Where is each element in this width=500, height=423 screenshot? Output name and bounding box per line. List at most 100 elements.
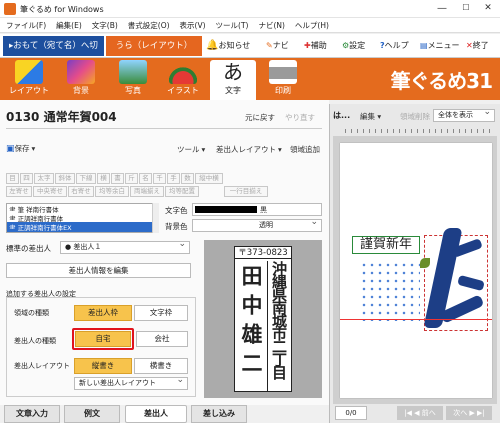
- align-right-button[interactable]: 右寄せ: [68, 186, 94, 197]
- ribbon-photo[interactable]: 写真: [110, 60, 156, 98]
- mode-row: ▸おもて（宛て名）へ切替 うら（レイアウト） 🔔お知らせ ✎ナビ ✚補助 ⚙設定…: [0, 34, 500, 71]
- justify-button[interactable]: 両端揃え: [130, 186, 164, 197]
- tab-sender[interactable]: 差出人: [125, 405, 187, 423]
- font-item-selected[interactable]: ⺻ 正調祥南行書体EX: [7, 222, 158, 232]
- edit-menu[interactable]: 編集 ▾: [360, 111, 381, 122]
- divider: [6, 128, 322, 129]
- main-menu-button[interactable]: ▤ メニュー: [420, 38, 460, 54]
- tab-merge[interactable]: 差し込み: [191, 405, 247, 423]
- redo-button[interactable]: やり直す: [285, 112, 315, 123]
- sender-type-home[interactable]: 自宅: [75, 331, 131, 347]
- default-sender-dropdown[interactable]: ● 差出人１: [60, 239, 190, 254]
- menu-bar: ファイル(F) 編集(E) 文字(B) 書式設定(O) 表示(V) ツール(T)…: [0, 18, 500, 33]
- format-row-2: 左寄せ 中央寄せ 右寄せ 均等余白 両端揃え 均等配置 一行目揃え: [6, 186, 268, 197]
- assist-button[interactable]: ✚ 補助: [304, 38, 327, 54]
- next-page-button[interactable]: 次へ ▶ ▶|: [446, 406, 492, 420]
- ruler: [345, 129, 495, 133]
- edit-sender-button[interactable]: 差出人情報を編集: [6, 263, 191, 278]
- navi-button[interactable]: ✎ ナビ: [266, 38, 289, 54]
- font-item[interactable]: ⺻ 正調祥南行書体: [7, 213, 158, 223]
- title-bar: 筆ぐるめ for Windows — ☐ ✕: [0, 0, 500, 18]
- delete-area-button[interactable]: 領域削除: [400, 111, 430, 122]
- help-button[interactable]: ? ヘルプ: [380, 38, 409, 54]
- first-line-align-button[interactable]: 一行目揃え: [224, 186, 268, 197]
- gear-icon: ⚙: [342, 41, 350, 50]
- exit-button[interactable]: ✕ 終了: [466, 38, 489, 54]
- ribbon-illust[interactable]: イラスト: [160, 60, 206, 98]
- tools-dropdown[interactable]: ツール ▾: [177, 144, 205, 155]
- news-button[interactable]: 🔔 お知らせ: [206, 38, 250, 54]
- new-layout-dropdown[interactable]: 新しい差出人レイアウト: [74, 375, 188, 390]
- zoom-dropdown[interactable]: 全体を表示: [433, 107, 495, 122]
- close-window-button[interactable]: ✕: [478, 3, 498, 13]
- format-btn-thousand[interactable]: 千: [153, 173, 166, 184]
- tab-example[interactable]: 例文: [64, 405, 120, 423]
- photo-icon: [119, 60, 147, 84]
- sender-layout-dropdown[interactable]: 差出人レイアウト ▾: [216, 144, 282, 155]
- background-icon: [67, 60, 95, 84]
- text-color-dropdown[interactable]: 黒: [192, 203, 322, 216]
- format-btn-bold[interactable]: 太字: [34, 173, 54, 184]
- layout-horizontal[interactable]: 横書き: [134, 358, 188, 374]
- settings-button[interactable]: ⚙ 設定: [342, 38, 365, 54]
- sender-type-company[interactable]: 会社: [136, 331, 188, 347]
- menu-format[interactable]: 書式設定(O): [128, 20, 170, 31]
- save-icon: ▣: [6, 143, 15, 154]
- switch-to-front-button[interactable]: ▸おもて（宛て名）へ切替: [3, 36, 104, 71]
- font-list-scrollbar[interactable]: [152, 203, 159, 233]
- prev-page-button[interactable]: |◀ ◀ 前へ: [397, 406, 443, 420]
- nengajo-card[interactable]: 謹賀新年: [340, 143, 492, 398]
- format-btn-name[interactable]: 名: [139, 173, 152, 184]
- format-btn-horizontal[interactable]: 横: [97, 173, 110, 184]
- tab-text-input[interactable]: 文章入力: [4, 405, 60, 423]
- menu-navi[interactable]: ナビ(N): [258, 20, 284, 31]
- format-btn-tatechuyoko[interactable]: 縦中横: [195, 173, 223, 184]
- puzzle-icon: ✚: [304, 41, 311, 50]
- distribute-button[interactable]: 均等配置: [165, 186, 199, 197]
- format-btn-write[interactable]: 書: [111, 173, 124, 184]
- format-btn-hand[interactable]: 手: [167, 173, 180, 184]
- add-area-button[interactable]: 領域追加: [290, 144, 320, 155]
- format-btn-four[interactable]: 四: [20, 173, 33, 184]
- menu-edit[interactable]: 編集(E): [56, 20, 82, 31]
- font-list[interactable]: ⺻ 筆 祥南行書体 ⺻ 正調祥南行書体 ⺻ 正調祥南行書体EX: [6, 203, 159, 233]
- color-swatch: [195, 206, 257, 213]
- format-btn-number[interactable]: 数: [181, 173, 194, 184]
- menu-tools[interactable]: ツール(T): [216, 20, 249, 31]
- menu-text[interactable]: 文字(B): [92, 20, 118, 31]
- format-btn-italic[interactable]: 斜体: [55, 173, 75, 184]
- undo-button[interactable]: 元に戻す: [245, 112, 275, 123]
- ribbon-text[interactable]: あ文字: [210, 60, 256, 100]
- ribbon-print[interactable]: 印刷: [260, 60, 306, 98]
- align-center-button[interactable]: 中央寄せ: [33, 186, 67, 197]
- printer-icon: [269, 60, 297, 84]
- ribbon-layout[interactable]: レイアウト: [6, 60, 52, 98]
- save-button[interactable]: ▣ 保存 ▾: [6, 143, 35, 154]
- even-margin-button[interactable]: 均等余白: [95, 186, 129, 197]
- dot-grid: [360, 261, 420, 321]
- greeting-text[interactable]: 謹賀新年: [352, 236, 420, 254]
- maximize-button[interactable]: ☐: [456, 3, 476, 12]
- ribbon-background[interactable]: 背景: [58, 60, 104, 98]
- minimize-button[interactable]: —: [432, 3, 452, 14]
- back-layout-tab[interactable]: うら（レイアウト）: [106, 36, 202, 56]
- menu-help[interactable]: ヘルプ(H): [295, 20, 329, 31]
- font-item[interactable]: ⺻ 筆 祥南行書体: [7, 204, 158, 214]
- align-left-button[interactable]: 左寄せ: [6, 186, 32, 197]
- ribbon: レイアウト 背景 写真 イラスト あ文字 印刷 筆ぐるめ31: [0, 58, 500, 100]
- close-icon: ✕: [466, 41, 473, 50]
- layout-vertical[interactable]: 縦書き: [74, 358, 132, 374]
- bg-color-dropdown[interactable]: 透明: [192, 217, 322, 232]
- area-type-sender-frame[interactable]: 差出人枠: [74, 305, 132, 321]
- area-type-text-frame[interactable]: 文字枠: [134, 305, 188, 321]
- sender-name: 田中雄二: [239, 265, 264, 381]
- menu-view[interactable]: 表示(V): [180, 20, 206, 31]
- page-indicator: 0/0: [335, 406, 367, 420]
- layout-icon: [15, 60, 43, 84]
- right-tab[interactable]: は...: [333, 110, 350, 121]
- format-btn-kin[interactable]: 斤: [125, 173, 138, 184]
- menu-file[interactable]: ファイル(F): [6, 20, 46, 31]
- format-btn-box[interactable]: 目: [6, 173, 19, 184]
- format-btn-underline[interactable]: 下線: [76, 173, 96, 184]
- guide-line: [340, 319, 492, 320]
